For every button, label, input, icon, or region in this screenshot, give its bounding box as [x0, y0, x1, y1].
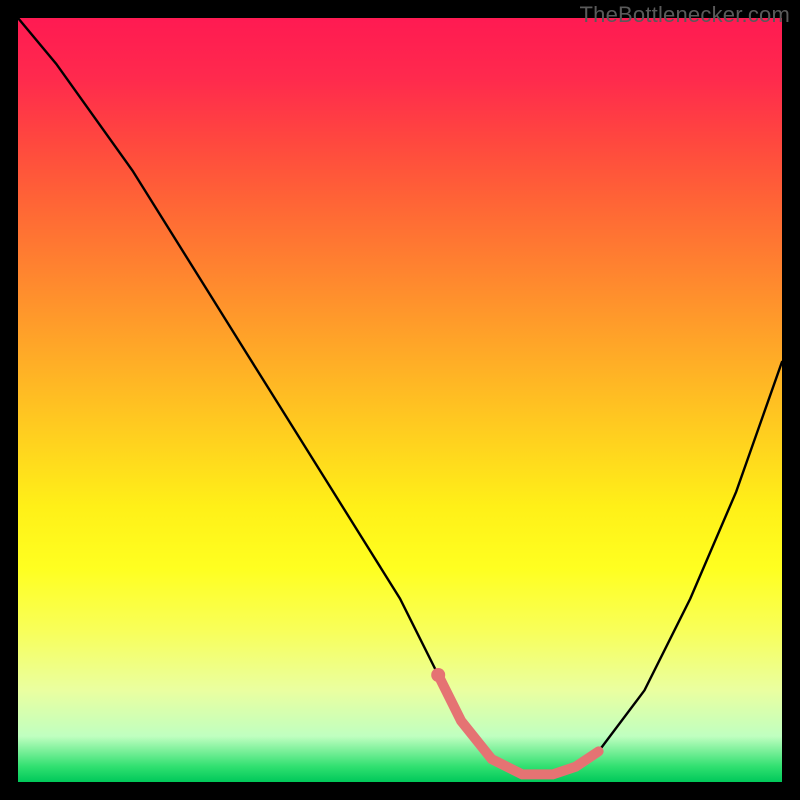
bottleneck-curve-line: [18, 18, 782, 774]
chart-svg: [18, 18, 782, 782]
watermark-text: TheBottlenecker.com: [580, 2, 790, 28]
highlight-segment: [438, 675, 598, 774]
highlight-dot: [431, 668, 445, 682]
chart-area: [18, 18, 782, 782]
